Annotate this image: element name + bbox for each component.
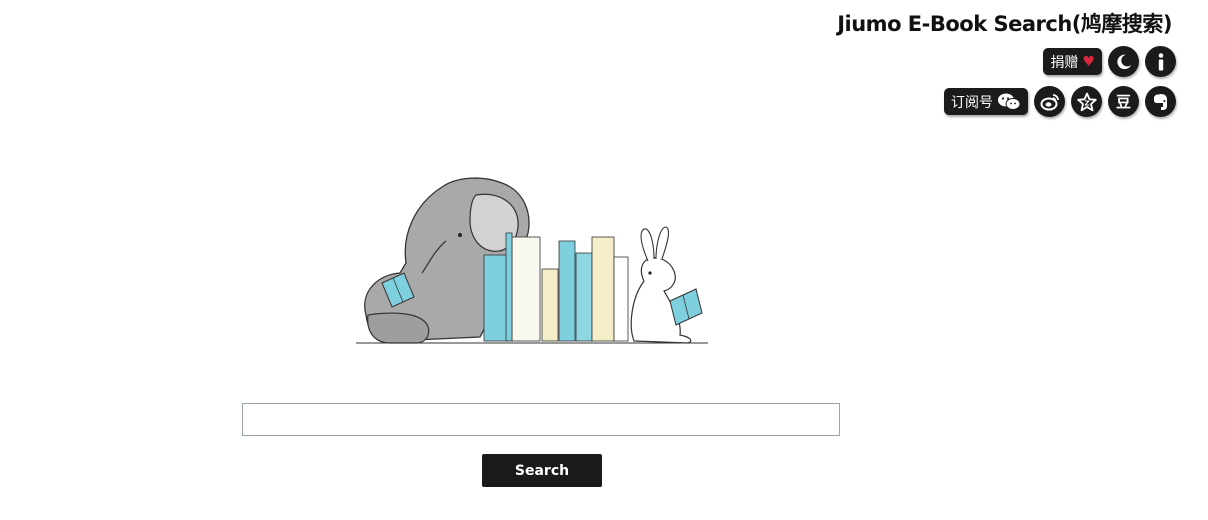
subscribe-label: 订阅号 [951, 94, 993, 111]
evernote-button[interactable] [1145, 86, 1176, 117]
evernote-icon [1153, 93, 1167, 110]
svg-text:Z: Z [1084, 99, 1089, 107]
weibo-icon [1040, 93, 1059, 110]
reading-animals-illustration [356, 177, 708, 344]
site-title: Jiumo E-Book Search(鸠摩搜索) [837, 12, 1172, 36]
star-icon: Z [1076, 92, 1097, 111]
info-icon [1158, 52, 1163, 70]
night-mode-button[interactable] [1108, 46, 1139, 77]
favorite-button[interactable]: Z [1071, 86, 1102, 117]
search-input[interactable] [242, 403, 840, 436]
heart-icon: ♥ [1082, 53, 1095, 70]
toolbar-row-top: 捐赠 ♥ [1043, 46, 1176, 77]
subscribe-button[interactable]: 订阅号 [944, 88, 1028, 115]
weibo-button[interactable] [1034, 86, 1065, 117]
donate-label: 捐赠 [1050, 54, 1079, 71]
donate-button[interactable]: 捐赠 ♥ [1043, 48, 1102, 75]
douban-icon: 豆 [1115, 93, 1131, 111]
moon-icon [1116, 54, 1131, 69]
douban-button[interactable]: 豆 [1108, 86, 1139, 117]
info-button[interactable] [1145, 46, 1176, 77]
toolbar-row-bottom: 订阅号 Z 豆 [944, 86, 1176, 117]
search-button[interactable]: Search [482, 454, 602, 487]
wechat-icon [998, 93, 1021, 110]
